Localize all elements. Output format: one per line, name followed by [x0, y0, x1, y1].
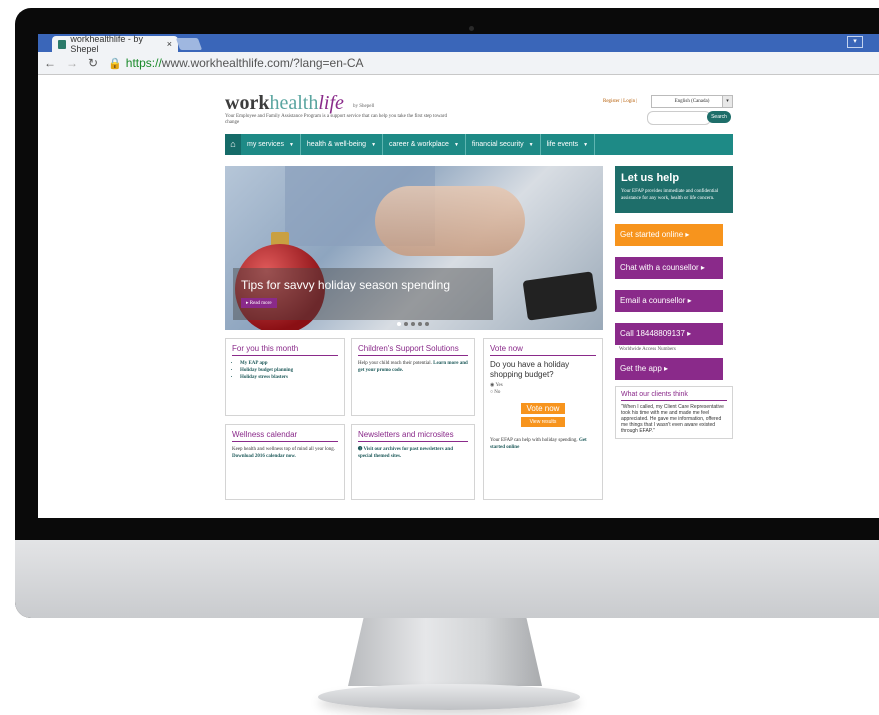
card-title: Newsletters and microsites	[358, 430, 468, 442]
card-childrens-support: Children's Support Solutions Help your c…	[351, 338, 475, 416]
chevron-down-icon: ▼	[583, 142, 589, 148]
radio-yes[interactable]: ◉ Yes	[490, 382, 596, 388]
address-bar: ← → ↻ 🔒 https://www.workhealthlife.com/?…	[38, 52, 879, 75]
main-nav: ⌂ my services ▼ health & well-being ▼ care…	[225, 134, 733, 155]
window-button[interactable]: ▾	[847, 36, 863, 48]
call-button[interactable]: Call 18448809137 ▸	[615, 323, 723, 345]
card-title: Children's Support Solutions	[358, 344, 468, 356]
carousel-dot[interactable]	[404, 322, 408, 326]
radio-no[interactable]: ○ No	[490, 390, 596, 395]
list-item[interactable]: Holiday budget planning	[240, 367, 338, 374]
tab-close-icon[interactable]: ×	[167, 39, 172, 49]
chevron-down-icon: ▾	[722, 96, 732, 107]
email-counsellor-button[interactable]: Email a counsellor ▸	[615, 290, 723, 312]
chevron-down-icon: ▼	[371, 142, 377, 148]
camera-dot	[469, 26, 474, 31]
hero-title: Tips for savvy holiday season spending	[241, 278, 451, 292]
lock-icon: 🔒	[108, 57, 122, 70]
carousel-dots	[397, 322, 429, 326]
hero-image-phone	[522, 271, 598, 321]
sidebar: Let us help Your EFAP provides immediate…	[615, 166, 733, 439]
forward-arrow-icon[interactable]: →	[66, 56, 78, 70]
list-item[interactable]: Holiday stress blasters	[240, 374, 338, 381]
testimonial-box: What our clients think "When I called, m…	[615, 386, 733, 439]
sidebar-description: Your EFAP provides immediate and confide…	[621, 189, 719, 201]
nav-financial-security[interactable]: financial security ▼	[466, 134, 541, 155]
download-calendar-link[interactable]: Download 2016 calendar now.	[232, 454, 296, 459]
read-more-button[interactable]: ▸ Read more	[241, 298, 277, 308]
site-favicon-icon	[58, 39, 67, 49]
tab-title: workhealthlife - by Shepel	[70, 34, 143, 54]
testimonial-quote: "When I called, my Client Care Represent…	[621, 404, 724, 434]
nav-career-workplace[interactable]: career & workplace ▼	[383, 134, 466, 155]
poll-question: Do you have a holiday shopping budget?	[490, 360, 570, 379]
new-tab-button[interactable]	[175, 38, 203, 50]
card-text: Help your child reach their potential. L…	[358, 361, 468, 373]
list-item[interactable]: My EAP app	[240, 360, 338, 367]
card-for-you-this-month: For you this month My EAP app Holiday bu…	[225, 338, 345, 416]
site-logo[interactable]: workhealthlife	[225, 92, 344, 115]
worldwide-access-link[interactable]: Worldwide Access Numbers	[615, 347, 733, 352]
sidebar-header: Let us help Your EFAP provides immediate…	[615, 166, 733, 213]
search-button[interactable]: Search	[707, 111, 731, 123]
hero-banner: Tips for savvy holiday season spending ▸…	[225, 166, 603, 330]
card-text: Your EFAP can help with holiday spending…	[490, 438, 587, 450]
card-wellness-calendar: Wellness calendar Keep health and wellne…	[225, 424, 345, 500]
carousel-dot[interactable]	[425, 322, 429, 326]
register-login-links[interactable]: Register | Login |	[603, 99, 637, 104]
card-vote-now: Vote now Do you have a holiday shopping …	[483, 338, 603, 500]
url-field[interactable]: https://www.workhealthlife.com/?lang=en-…	[126, 56, 364, 70]
card-newsletters: Newsletters and microsites ➊ Visit our a…	[351, 424, 475, 500]
chevron-down-icon: ▼	[453, 142, 459, 148]
hero-caption-overlay	[233, 268, 493, 320]
home-icon[interactable]: ⌂	[225, 134, 241, 155]
card-text[interactable]: ➊ Visit our archives for past newsletter…	[358, 446, 468, 460]
card-title: For you this month	[232, 344, 338, 356]
carousel-dot[interactable]	[397, 322, 401, 326]
logo-byline: by Shepell	[353, 104, 375, 109]
carousel-dot[interactable]	[411, 322, 415, 326]
testimonial-title: What our clients think	[621, 391, 727, 401]
arrow-circle-icon: ➊	[358, 447, 363, 452]
language-select[interactable]: English (Canada) ▾	[651, 95, 733, 108]
get-the-app-button[interactable]: Get the app ▸	[615, 358, 723, 380]
search-input[interactable]	[647, 111, 711, 125]
sidebar-title: Let us help	[621, 172, 680, 184]
back-arrow-icon[interactable]: ←	[44, 56, 56, 70]
browser-tab-bar: workhealthlife - by Shepel × ▾	[38, 34, 879, 54]
nav-my-services[interactable]: my services ▼	[241, 134, 301, 155]
screen: workhealthlife - by Shepel × ▾ ← → ↻ 🔒 h…	[38, 34, 879, 518]
browser-tab[interactable]: workhealthlife - by Shepel ×	[52, 34, 178, 54]
reload-icon[interactable]: ↻	[88, 56, 98, 70]
nav-life-events[interactable]: life events ▼	[541, 134, 596, 155]
vote-now-button[interactable]: Vote now	[521, 403, 565, 414]
carousel-dot[interactable]	[418, 322, 422, 326]
card-text: Keep health and wellness top of mind all…	[232, 447, 336, 459]
monitor-stand-neck	[348, 618, 542, 686]
card-title: Wellness calendar	[232, 430, 338, 442]
monitor-chin	[15, 540, 879, 618]
card-title: Vote now	[490, 344, 596, 356]
hero-image-hand	[375, 186, 525, 256]
chat-counsellor-button[interactable]: Chat with a counsellor ▸	[615, 257, 723, 279]
chevron-down-icon: ▼	[528, 142, 534, 148]
get-started-online-button[interactable]: Get started online ▸	[615, 224, 723, 246]
view-results-button[interactable]: View results	[521, 417, 565, 427]
web-page: workhealthlife by Shepell Your Employee …	[225, 88, 733, 518]
nav-health-wellbeing[interactable]: health & well-being ▼	[301, 134, 384, 155]
chevron-down-icon: ▼	[288, 142, 294, 148]
tagline: Your Employee and Family Assistance Prog…	[225, 114, 447, 125]
monitor-stand-foot	[318, 684, 580, 710]
